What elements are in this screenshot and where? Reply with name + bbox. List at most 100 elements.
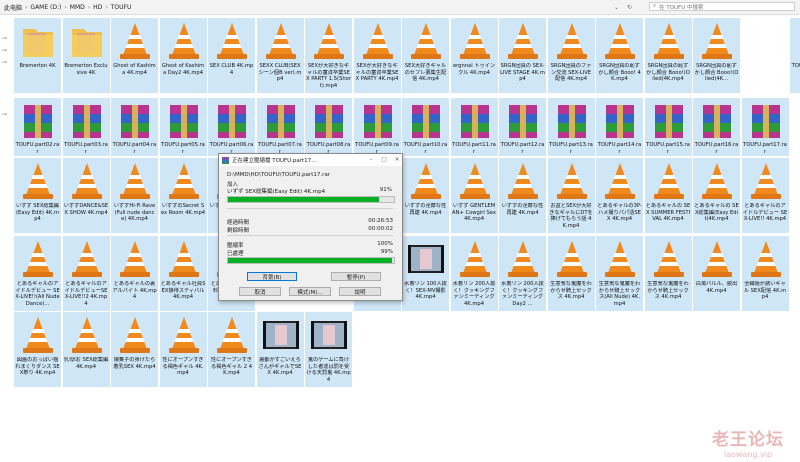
breadcrumb-item-game[interactable]: GAME (D:): [30, 4, 61, 11]
chevron-down-icon[interactable]: ⌄: [614, 4, 619, 11]
file-item[interactable]: 性にオープンすぎる褐色ギャル 2 4K.mp4: [208, 312, 255, 387]
file-name: TOUFU.part02.rar: [15, 142, 60, 155]
total-progress-bar: [227, 257, 395, 264]
breadcrumb-item-mmd[interactable]: MMD: [70, 4, 85, 11]
cancel-button[interactable]: 取消: [239, 287, 281, 296]
file-item[interactable]: SRGN団員の恥ずかし顔合 Booo!(Oiled)4K.mp4: [644, 18, 692, 93]
file-item[interactable]: TOUFU.part17.rar: [741, 98, 789, 156]
close-icon[interactable]: ✕: [392, 157, 402, 163]
file-item[interactable]: いずず SEX総集編(Easy Edit) 4K.mp4: [14, 158, 61, 233]
file-item[interactable]: TOUFU.part03.rar: [62, 98, 110, 156]
file-item[interactable]: とあるギャル社員SEX接待スティバル 4K.mp4: [159, 236, 207, 311]
file-item[interactable]: SRGN団員のファン交流 SEX-LIVE配信 4K.mp4: [547, 18, 595, 93]
breadcrumb-item-hd[interactable]: HD: [93, 4, 102, 11]
file-item[interactable]: ergnnal トゥインクル 4K.mp4: [450, 18, 498, 93]
file-item[interactable]: TOUFU.part01.rar: [790, 18, 800, 93]
file-item[interactable]: Bremerton 4K: [14, 18, 61, 93]
file-item[interactable]: 水着リン 100人抜く！SEX-MV撮影 4K.mp4: [402, 236, 449, 311]
file-item[interactable]: 生意気な鬼魔をわからせ騎上セックス(All Nude) 4K.mp4: [596, 236, 643, 311]
file-item[interactable]: Ghost of Kashima Day2 4K.mp4: [159, 18, 207, 93]
file-item[interactable]: TOUFU.part02.rar: [14, 98, 61, 156]
refresh-icon[interactable]: ↻: [627, 4, 632, 11]
file-item[interactable]: 娘乗子の身けたら着乳SEX 4K.mp4: [111, 312, 158, 387]
file-name: とあるギャルの3P-ハメ撮りパパ活SEX 4K.mp4: [597, 203, 642, 223]
file-item[interactable]: とあるギャルのアイドルデビューSEX-LIVE!!2 4K.mp4: [62, 236, 110, 311]
file-item[interactable]: とあるギャルのアイドルデビュー SEX-LIVE!! 4K.mp4: [741, 158, 789, 233]
vlc-cone-icon: [650, 161, 688, 201]
file-item[interactable]: TOUFU.part15.rar: [644, 98, 692, 156]
file-name: TOUFU.part17.rar: [743, 142, 787, 155]
background-button[interactable]: 背景(B): [247, 272, 297, 281]
file-item[interactable]: いずずの淫靡な性再建 4K.mp4: [499, 158, 546, 233]
file-item[interactable]: TOUFU.part16.rar: [693, 98, 740, 156]
file-item[interactable]: とあるギャルの3P-ハメ撮りパパ活SEX 4K.mp4: [596, 158, 643, 233]
maximize-icon[interactable]: □: [379, 157, 389, 163]
file-item[interactable]: SRGN団員の SEX-LIVE STAGE 4K.mp4: [499, 18, 546, 93]
file-item[interactable]: とあるギャルの SEX総集編(Easy Edit)4K.mp4: [693, 158, 740, 233]
file-item[interactable]: いずずのSecret Sex Room 4K.mp4: [159, 158, 207, 233]
file-item[interactable]: 性にオープンすぎる褐色ギャル 4K.mp4: [159, 312, 207, 387]
file-item[interactable]: とあるギャルの裏アルバイト 4K.mp4: [111, 236, 158, 311]
file-item[interactable]: SRGN団員の恥ずかし顔合 Booo!(Oiled)4K...: [693, 18, 740, 93]
pin-icon[interactable]: ⊸: [2, 111, 7, 118]
file-item[interactable]: SEXが大好きなギャルの童貞卒業SEX PARTY 4K.mp4: [353, 18, 401, 93]
file-item[interactable]: いずずの淫靡な性再建 4K.mp4: [402, 158, 449, 233]
file-item[interactable]: 麗都がすごいえろさんがギャルでSEX 4K.mp4: [256, 312, 304, 387]
file-item[interactable]: SEXX CLUB(SEXシーン個B ver).mp4: [256, 18, 304, 93]
file-name: 図画のおっぱい揺れまくりダンス SEX祭り 4K.mp4: [15, 357, 60, 377]
file-item[interactable]: TOUFU.part04.rar: [111, 98, 158, 156]
file-item[interactable]: いずず GENTLEMAN+ Cowgirl Sex 4K.mp4: [450, 158, 498, 233]
file-name: いずず SEX総集編(Easy Edit) 4K.mp4: [15, 203, 60, 223]
file-item[interactable]: SEX CLUB 4K.mp4: [208, 18, 255, 93]
ratio-value: 100%: [377, 241, 393, 247]
file-item[interactable]: Bremerton Exclusive 4K: [62, 18, 110, 93]
rar-archive-icon: [747, 101, 785, 141]
file-item[interactable]: 生意気な鬼魔をわからせ騎上セックス 4K.mp4: [644, 236, 692, 311]
watermark-chinese: 老王论坛: [712, 430, 784, 450]
file-item[interactable]: TOUFU.part12.rar: [499, 98, 546, 156]
file-item[interactable]: TOUFU.part09.rar: [353, 98, 401, 156]
file-item[interactable]: TOUFU.part13.rar: [547, 98, 595, 156]
file-item[interactable]: TOUFU.part08.rar: [305, 98, 352, 156]
file-item[interactable]: とあるギャルの SEX SUMMER FESTIVAL 4K.mp4: [644, 158, 692, 233]
breadcrumb-item-toufu[interactable]: TOUFU: [111, 4, 132, 11]
breadcrumb-item-this-pc[interactable]: 此电脑: [4, 3, 22, 12]
file-item[interactable]: TOUFU.part06.rar: [208, 98, 255, 156]
file-item[interactable]: 図画のおっぱい揺れまくりダンス SEX祭り 4K.mp4: [14, 312, 61, 387]
file-item[interactable]: とあるギャルのアイドルデビュー SEX-LIVE!!(All Nude Danc…: [14, 236, 61, 311]
file-item[interactable]: お盆とSEXが大好きなギャルにDTを捧げてもらう話 4K.mp4: [547, 158, 595, 233]
file-item[interactable]: SEX大好きギャルのセフレ募集生配信 4K.mp4: [402, 18, 449, 93]
pause-button[interactable]: 暫停(P): [331, 272, 381, 281]
file-item[interactable]: 水着リン 200人抜く！クッキングファンミーティング Day2 ...: [499, 236, 546, 311]
vlc-cone-icon: [601, 161, 639, 201]
file-item[interactable]: 生意気な鬼魔をわからせ騎上セックス 4K.mp4: [547, 236, 595, 311]
ratio-label: 壓縮率: [227, 243, 244, 249]
file-item[interactable]: 水着リン 200人抜く！クッキングファンミーティング 4K.mp4: [450, 236, 498, 311]
file-item[interactable]: TOUFU.part11.rar: [450, 98, 498, 156]
file-item[interactable]: TOUFU.part07.rar: [256, 98, 304, 156]
file-item[interactable]: いずずHi-Fi Rave(Full nude dance) 4K.mp4: [111, 158, 158, 233]
vlc-cone-icon: [165, 239, 203, 279]
minimize-icon[interactable]: –: [366, 157, 376, 163]
file-item[interactable]: 鬼のゲームに負けした者達は罰を受ける天罰鬼 4K.mp4: [305, 312, 352, 387]
file-item[interactable]: TOUFU.part14.rar: [596, 98, 643, 156]
file-item[interactable]: 乳母Iお SEX総集編4K.mp4: [62, 312, 110, 387]
pin-icon[interactable]: ⊸: [2, 47, 7, 54]
help-button[interactable]: 說明: [339, 287, 381, 296]
file-item[interactable]: いずずDANCE&SEX SHOW 4K.mp4: [62, 158, 110, 233]
rar-archive-icon: [165, 101, 203, 141]
rar-archive-icon: [456, 101, 494, 141]
vlc-cone-icon: [601, 21, 639, 61]
search-input[interactable]: ⌕ 在 TOUFU 中搜索: [649, 2, 795, 11]
file-item[interactable]: TOUFU.part10.rar: [402, 98, 449, 156]
file-item[interactable]: Ghost of Kashima 4K.mp4: [111, 18, 158, 93]
pin-icon[interactable]: ⊸: [2, 59, 7, 66]
file-item[interactable]: 全職姫が誘いギャル SEX配信 4K.mp4: [741, 236, 789, 311]
file-item[interactable]: SRGN団員の恥ずかし顔合 Booo! 4K.mp4: [596, 18, 643, 93]
file-item[interactable]: 白濁バルル、脱出 4K.mp4: [693, 236, 740, 311]
pin-icon[interactable]: ⊸: [2, 35, 7, 42]
file-item[interactable]: SEXが大好きなギャルの童貞卒業SEX PARTY 1.5(Short).mp4: [305, 18, 352, 93]
mode-button[interactable]: 模式(M)...: [289, 287, 331, 296]
rar-archive-icon: [359, 101, 397, 141]
file-item[interactable]: TOUFU.part05.rar: [159, 98, 207, 156]
